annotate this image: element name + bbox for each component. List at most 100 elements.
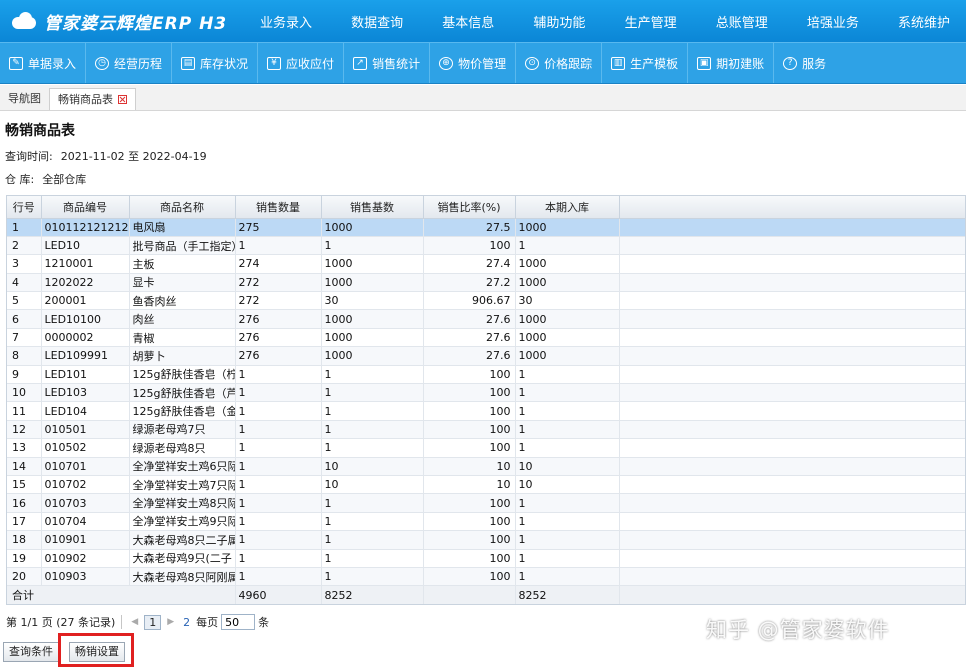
template-icon: ▥ xyxy=(611,56,626,70)
tool-business-history[interactable]: ◷ 经营历程 xyxy=(86,43,173,83)
column-header-ratio[interactable]: 销售比率(%) xyxy=(423,196,516,219)
table-row[interactable]: 20 010903 大森老母鸡8只阿刚属 1 1 100 1 xyxy=(7,567,965,587)
cell-stock-in: 1000 xyxy=(515,254,620,274)
tool-price-management[interactable]: ⊕ 物价管理 xyxy=(430,43,517,83)
table-row[interactable]: 4 1202022 显卡 272 1000 27.2 1000 xyxy=(7,273,965,293)
tab-bestseller-report[interactable]: 畅销商品表 xyxy=(49,88,136,110)
cell-filler xyxy=(619,493,965,513)
table-row[interactable]: 16 010703 全净堂祥安土鸡8只际 1 1 100 1 xyxy=(7,493,965,513)
tool-document-entry[interactable]: ✎ 单据录入 xyxy=(0,43,87,83)
table-row[interactable]: 13 010502 绿源老母鸡8只 1 1 100 1 xyxy=(7,438,965,458)
cell-name: 125g舒肤佳香皂（芦 xyxy=(129,383,236,403)
table-row[interactable]: 10 LED103 125g舒肤佳香皂（芦 1 1 100 1 xyxy=(7,383,965,403)
cell-base: 1000 xyxy=(321,309,424,329)
cell-filler xyxy=(619,254,965,274)
tab-navigation-map[interactable]: 导航图 xyxy=(0,88,49,110)
cell-ratio: 100 xyxy=(423,236,516,256)
table-row[interactable]: 11 LED104 125g舒肤佳香皂（金 1 1 100 1 xyxy=(7,401,965,421)
query-time: 查询时间: 2021-11-02 至 2022-04-19 xyxy=(5,148,207,164)
column-header-base[interactable]: 销售基数 xyxy=(321,196,424,219)
cell-base: 1000 xyxy=(321,273,424,293)
table-row[interactable]: 12 010501 绿源老母鸡7只 1 1 100 1 xyxy=(7,420,965,440)
menu-enhanced-business[interactable]: 培强业务 xyxy=(807,12,859,31)
table-row[interactable]: 8 LED109991 胡萝卜 276 1000 27.6 1000 xyxy=(7,346,965,366)
table-row[interactable]: 19 010902 大森老母鸡9只(二子 1 1 100 1 xyxy=(7,549,965,568)
tool-sales-statistics[interactable]: ↗ 销售统计 xyxy=(344,43,431,83)
tool-production-template[interactable]: ▥ 生产模板 xyxy=(602,43,689,83)
top-nav-bar: 管家婆云辉煌ERP H3 业务录入 数据查询 基本信息 辅助功能 生产管理 总账… xyxy=(0,0,966,42)
cell-row-no: 15 xyxy=(7,475,42,495)
cell-filler xyxy=(619,420,965,440)
query-conditions-button[interactable]: 查询条件 xyxy=(3,642,59,662)
table-row[interactable]: 2 LED10 批号商品（手工指定） 1 1 100 1 xyxy=(7,236,965,256)
cell-ratio: 906.67 xyxy=(423,291,516,311)
tool-label: 库存状况 xyxy=(200,56,249,71)
cell-code: 010902 xyxy=(41,549,130,568)
page-link-2[interactable]: 2 xyxy=(183,616,190,629)
cell-filler xyxy=(619,383,965,403)
cell-filler xyxy=(619,218,965,237)
cell-qty: 1 xyxy=(235,401,322,421)
cell-base: 1 xyxy=(321,512,424,532)
table-row[interactable]: 1 010112121212 电风扇 275 1000 27.5 1000 xyxy=(7,218,965,237)
menu-system-maintenance[interactable]: 系统维护 xyxy=(898,12,950,31)
page-title: 畅销商品表 xyxy=(5,123,75,139)
tool-service[interactable]: ? 服务 xyxy=(774,43,835,83)
menu-auxiliary[interactable]: 辅助功能 xyxy=(533,12,585,31)
column-header-code[interactable]: 商品编号 xyxy=(41,196,130,219)
cell-name: 鱼香肉丝 xyxy=(129,291,236,311)
cell-code: LED10 xyxy=(41,236,130,256)
table-row[interactable]: 3 1210001 主板 274 1000 27.4 1000 xyxy=(7,254,965,274)
cell-ratio: 27.2 xyxy=(423,273,516,293)
cell-stock-in: 1 xyxy=(515,493,620,513)
tool-inventory-status[interactable]: ▤ 库存状况 xyxy=(172,43,259,83)
table-row[interactable]: 14 010701 全净堂祥安土鸡6只际 1 10 10 10 xyxy=(7,457,965,476)
current-page[interactable]: 1 xyxy=(144,614,162,630)
cell-ratio: 27.4 xyxy=(423,254,516,274)
menu-data-query[interactable]: 数据查询 xyxy=(351,12,403,31)
table-row[interactable]: 17 010704 全净堂祥安土鸡9只际 1 1 100 1 xyxy=(7,512,965,532)
tool-receivable-payable[interactable]: ¥ 应收应付 xyxy=(258,43,345,83)
menu-production[interactable]: 生产管理 xyxy=(625,12,677,31)
cell-name: 大森老母鸡8只二子属 xyxy=(129,530,236,550)
table-row[interactable]: 7 0000002 青椒 276 1000 27.6 1000 xyxy=(7,328,965,348)
cloud-logo-icon xyxy=(10,12,38,30)
price-icon: ⊕ xyxy=(439,56,454,70)
cell-filler xyxy=(619,291,965,311)
cell-ratio: 27.5 xyxy=(423,218,516,237)
cell-qty: 274 xyxy=(235,254,322,274)
cell-qty: 1 xyxy=(235,236,322,256)
per-page-input[interactable] xyxy=(221,614,256,630)
app-logo: 管家婆云辉煌ERP H3 xyxy=(0,9,250,34)
cell-code: LED103 xyxy=(41,383,130,403)
menu-general-ledger[interactable]: 总账管理 xyxy=(716,12,768,31)
column-header-qty[interactable]: 销售数量 xyxy=(235,196,322,219)
table-row[interactable]: 15 010702 全净堂祥安土鸡7只际 1 10 10 10 xyxy=(7,475,965,495)
column-header-row-no[interactable]: 行号 xyxy=(7,196,42,219)
table-row[interactable]: 18 010901 大森老母鸡8只二子属 1 1 100 1 xyxy=(7,530,965,550)
cell-qty: 272 xyxy=(235,291,322,311)
close-icon[interactable] xyxy=(118,95,127,104)
cell-ratio: 100 xyxy=(423,420,516,440)
cell-name: 批号商品（手工指定） xyxy=(129,236,236,256)
column-header-stock-in[interactable]: 本期入库 xyxy=(515,196,620,219)
cell-qty: 1 xyxy=(235,365,322,385)
tool-price-tracking[interactable]: ⊙ 价格跟踪 xyxy=(516,43,603,83)
function-toolbar: ✎ 单据录入 ◷ 经营历程 ▤ 库存状况 ¥ 应收应付 ↗ 销售统计 ⊕ 物价管… xyxy=(0,42,966,84)
clock-icon: ◷ xyxy=(95,56,110,70)
table-row[interactable]: 5 200001 鱼香肉丝 272 30 906.67 30 xyxy=(7,291,965,311)
menu-business-entry[interactable]: 业务录入 xyxy=(260,12,312,31)
next-arrow-icon[interactable]: ▶ xyxy=(167,617,174,627)
table-row[interactable]: 6 LED10100 肉丝 276 1000 27.6 1000 xyxy=(7,309,965,329)
highlight-box xyxy=(58,633,134,667)
tool-opening-setup[interactable]: ▣ 期初建账 xyxy=(688,43,775,83)
column-header-name[interactable]: 商品名称 xyxy=(129,196,236,219)
table-body: 1 010112121212 电风扇 275 1000 27.5 1000 2 LED10 批号商… xyxy=(7,218,965,587)
prev-page-icon[interactable]: ◀ xyxy=(131,617,138,627)
cell-qty: 1 xyxy=(235,493,322,513)
cell-qty: 1 xyxy=(235,457,322,476)
menu-basic-info[interactable]: 基本信息 xyxy=(442,12,494,31)
cell-row-no: 4 xyxy=(7,273,42,293)
cell-ratio: 10 xyxy=(423,457,516,476)
table-row[interactable]: 9 LED101 125g舒肤佳香皂（柠 1 1 100 1 xyxy=(7,365,965,385)
